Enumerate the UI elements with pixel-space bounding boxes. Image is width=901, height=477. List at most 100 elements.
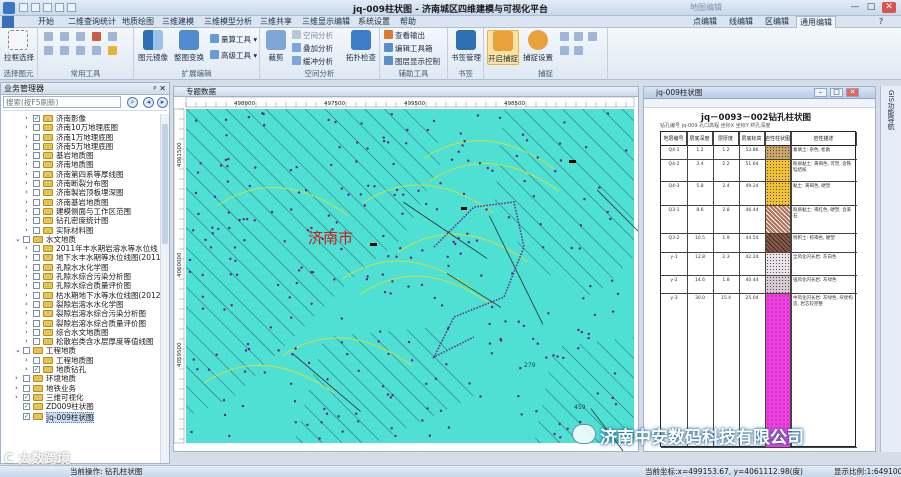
tree-checkbox[interactable] bbox=[33, 170, 40, 178]
measure-tools-button[interactable]: 量算工具 ▾ bbox=[210, 34, 257, 45]
tree-item[interactable]: › 济南10万地理底图 bbox=[1, 123, 161, 132]
tab-3d-display-edit[interactable]: 三维显示编辑 bbox=[298, 16, 354, 28]
tree-item[interactable]: › 环境地质 bbox=[1, 374, 161, 383]
tab-2d-query[interactable]: 二维查询统计 bbox=[64, 16, 120, 28]
tree-item-label[interactable]: 济南基岩地质图 bbox=[56, 198, 109, 207]
tree-expand-icon[interactable]: › bbox=[25, 319, 28, 328]
tree-item[interactable]: › 济南1万地理底图 bbox=[1, 133, 161, 142]
tree-item[interactable]: › 地铁业务 bbox=[1, 384, 161, 393]
panel-pin-close[interactable]: ᵖ ✕ bbox=[153, 83, 166, 95]
tree-item[interactable]: ⌄ 工程地质 bbox=[1, 346, 161, 355]
tree-item[interactable]: › 济南基岩地质图 bbox=[1, 198, 161, 207]
tree-checkbox[interactable]: ✓ bbox=[33, 366, 40, 374]
tree-checkbox[interactable] bbox=[23, 384, 30, 392]
tree-item[interactable]: › 济南地质图 bbox=[1, 160, 161, 169]
tree-item-label[interactable]: 孔隙水综合质量评价图 bbox=[56, 281, 131, 290]
tree-item-label[interactable]: 济南5万地理底图 bbox=[56, 142, 113, 151]
tree-checkbox[interactable] bbox=[23, 375, 30, 383]
tree-item[interactable]: ⌄ 水文地质 bbox=[1, 235, 161, 244]
tree-checkbox[interactable] bbox=[33, 319, 40, 327]
tree-checkbox[interactable] bbox=[33, 245, 40, 253]
tree-expand-icon[interactable]: › bbox=[25, 151, 28, 160]
tree-checkbox[interactable]: ✓ bbox=[33, 115, 40, 122]
tree-checkbox[interactable] bbox=[33, 291, 40, 299]
tool-edit-1[interactable] bbox=[44, 32, 55, 42]
tree-expand-icon[interactable]: › bbox=[25, 142, 28, 151]
enable-snap-button[interactable]: 开启捕捉 bbox=[487, 30, 519, 65]
tree-item-label[interactable]: 工程地质图 bbox=[56, 356, 94, 365]
tree-item-label[interactable]: 地质钻孔 bbox=[56, 365, 86, 374]
box-select-button[interactable]: 拉框选择 bbox=[4, 30, 34, 63]
tree-expand-icon[interactable]: › bbox=[25, 365, 28, 374]
maximize-button[interactable]: □ bbox=[864, 2, 878, 13]
tree-item[interactable]: › 济南製岩顶板埋深图 bbox=[1, 188, 161, 197]
tree-checkbox[interactable] bbox=[33, 282, 40, 290]
tree-item-label[interactable]: 裂隙岩溶水综合质量评价图 bbox=[56, 319, 146, 328]
tree-item-label[interactable]: jq-009柱状图 bbox=[46, 411, 95, 423]
tree-checkbox[interactable]: ✓ bbox=[23, 403, 30, 411]
tree-expand-icon[interactable]: › bbox=[25, 133, 28, 142]
tree-checkbox[interactable] bbox=[33, 310, 40, 318]
tree-expand-icon[interactable]: › bbox=[25, 170, 28, 179]
tree-expand-icon[interactable]: › bbox=[25, 328, 28, 337]
tree-item[interactable]: › 济南第四系等厚线图 bbox=[1, 170, 161, 179]
tree-item-label[interactable]: ZD009柱状图 bbox=[46, 402, 94, 411]
snap-mode-4[interactable] bbox=[560, 46, 571, 56]
tree-item[interactable]: ✓ jq-009柱状图 bbox=[1, 411, 161, 423]
tree-item-label[interactable]: 孔隙水水化学图 bbox=[56, 263, 109, 272]
tree-expand-icon[interactable]: › bbox=[15, 393, 18, 402]
tree-expand-icon[interactable]: › bbox=[25, 226, 28, 235]
tree-checkbox[interactable]: ✓ bbox=[23, 412, 30, 420]
tree-expand-icon[interactable]: › bbox=[25, 356, 28, 365]
snap-mode-3[interactable] bbox=[588, 32, 599, 42]
tree-checkbox[interactable] bbox=[33, 328, 40, 336]
tool-move[interactable] bbox=[44, 46, 55, 56]
tree-expand-icon[interactable]: › bbox=[25, 207, 28, 216]
tree-item[interactable]: › 裂隙岩溶水综合污染分析图 bbox=[1, 309, 161, 318]
tree-checkbox[interactable] bbox=[33, 254, 40, 262]
tree-expand-icon[interactable]: › bbox=[25, 281, 28, 290]
tab-line-edit[interactable]: 线编辑 bbox=[724, 16, 758, 28]
tree-expand-icon[interactable]: › bbox=[25, 309, 28, 318]
tree-item[interactable]: › 济南5万地理底图 bbox=[1, 142, 161, 151]
tree-item-label[interactable]: 水文地质 bbox=[46, 235, 76, 244]
spatial-analysis-button[interactable]: 空间分析 bbox=[292, 30, 333, 41]
tree-item[interactable]: › 地下水丰水期等水位线图(2011年) bbox=[1, 253, 161, 262]
tree-checkbox[interactable] bbox=[33, 180, 40, 188]
tree-item-label[interactable]: 济南影像 bbox=[56, 114, 86, 123]
tab-help[interactable]: 帮助 bbox=[396, 16, 420, 28]
tree-item[interactable]: ✓ ZD009柱状图 bbox=[1, 402, 161, 411]
tree-item-label[interactable]: 济南1万地理底图 bbox=[56, 133, 113, 142]
tree-checkbox[interactable] bbox=[33, 217, 40, 225]
tool-edit-2[interactable] bbox=[60, 32, 71, 42]
tree-item-label[interactable]: 济南地质图 bbox=[56, 160, 94, 169]
tree-expand-icon[interactable]: › bbox=[15, 374, 18, 383]
tree-checkbox[interactable] bbox=[33, 198, 40, 206]
tree-expand-icon[interactable]: › bbox=[25, 244, 28, 253]
snap-settings-button[interactable]: 捕捉设置 bbox=[522, 30, 554, 63]
tree-checkbox[interactable] bbox=[23, 347, 30, 355]
clip-button[interactable]: 裁剪 bbox=[262, 30, 290, 63]
tool-edit-3[interactable] bbox=[76, 32, 87, 42]
tree-item-label[interactable]: 济南断裂分布图 bbox=[56, 179, 109, 188]
tree-expand-icon[interactable]: › bbox=[25, 291, 28, 300]
tree-checkbox[interactable] bbox=[33, 133, 40, 141]
tree-item[interactable]: › 裂隙岩溶水综合质量评价图 bbox=[1, 319, 161, 328]
tree-checkbox[interactable] bbox=[33, 142, 40, 150]
snap-mode-5[interactable] bbox=[574, 46, 585, 56]
tree-item-label[interactable]: 孔隙水综合污染分析图 bbox=[56, 272, 131, 281]
tab-start[interactable]: 开始 bbox=[34, 16, 58, 28]
tree-expand-icon[interactable]: › bbox=[25, 337, 28, 346]
search-icon[interactable]: ⌕ bbox=[127, 97, 138, 108]
tree-expand-icon[interactable]: › bbox=[15, 384, 18, 393]
tool-paste[interactable] bbox=[108, 46, 119, 56]
tree-expand-icon[interactable]: ⌄ bbox=[15, 235, 21, 244]
tool-cut[interactable] bbox=[92, 46, 103, 56]
topology-check-button[interactable]: 拓扑检查 bbox=[344, 30, 378, 63]
tree-checkbox[interactable] bbox=[33, 300, 40, 308]
tree-expand-icon[interactable]: › bbox=[25, 253, 28, 262]
edit-toolbox-button[interactable]: 编辑工具箱 bbox=[384, 43, 433, 54]
tab-3d-modeling[interactable]: 三维建模 bbox=[158, 16, 198, 28]
tab-3d-model-analysis[interactable]: 三维模型分析 bbox=[200, 16, 256, 28]
tree-expand-icon[interactable]: › bbox=[25, 198, 28, 207]
